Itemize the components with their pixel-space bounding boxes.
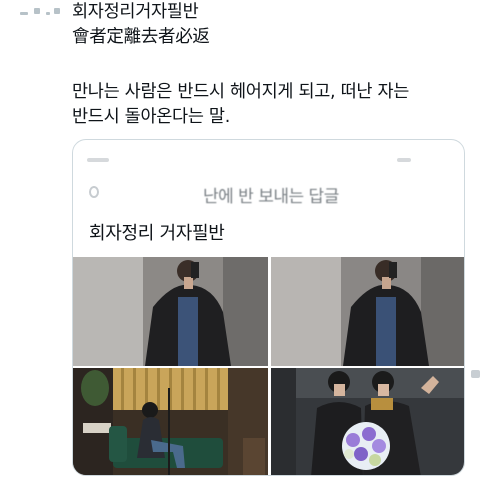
tweet-line-1: 회자정리거자필반 xyxy=(72,2,199,22)
avatar-fragment xyxy=(20,4,62,26)
flower-bouquet-photo[interactable] xyxy=(271,368,464,475)
tweet-body: 회자정리거자필반 會者定離去者必返 만나는 사람은 반드시 헤어지게 되고, 떠… xyxy=(72,0,472,130)
mirror-selfie-photo-2[interactable] xyxy=(271,257,464,366)
card-title: 회자정리 거자필반 xyxy=(89,223,225,244)
quoted-tweet-card[interactable]: 난에 반 보내는 답글 회자정리 거자필반 xyxy=(72,139,465,476)
photo-grid xyxy=(73,257,464,475)
blurred-icon xyxy=(89,186,99,198)
studio-sofa-photo[interactable] xyxy=(73,368,268,475)
card-subtitle: 난에 반 보내는 답글 xyxy=(203,187,339,207)
card-header-blurred xyxy=(73,140,464,180)
tweet-line-4: 반드시 돌아온다는 말. xyxy=(72,107,230,127)
mirror-selfie-photo-1[interactable] xyxy=(73,257,268,366)
tweet-line-3: 만나는 사람은 반드시 헤어지게 되고, 떠난 자는 xyxy=(72,82,410,102)
tweet-line-2: 會者定離去者必返 xyxy=(72,27,210,47)
scroll-marker xyxy=(471,370,480,378)
